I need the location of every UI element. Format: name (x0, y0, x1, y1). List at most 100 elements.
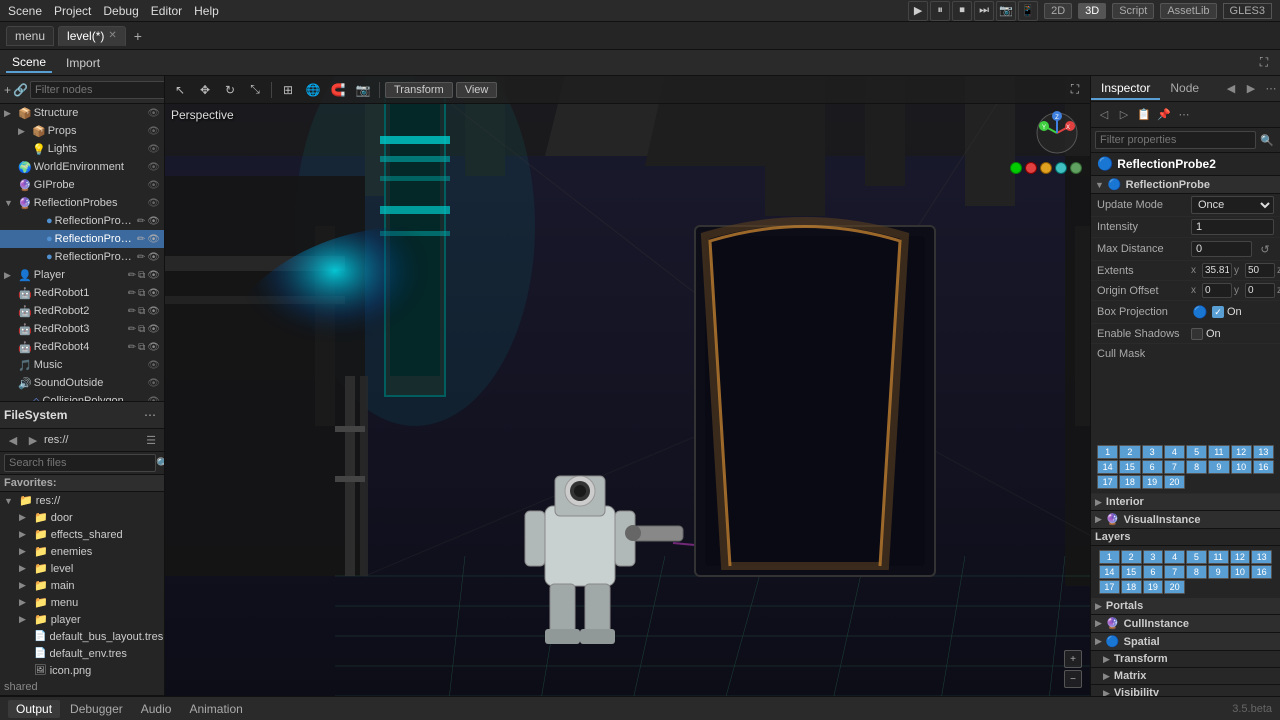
edit-icon-rp1[interactable]: ✏ (137, 216, 145, 227)
vp-expand-btn[interactable]: ⛶ (1064, 79, 1086, 101)
filesystem-header[interactable]: FileSystem ⋯ (0, 402, 164, 429)
tree-item-redrobot1[interactable]: ▶ 🤖 RedRobot1 ✏ ⧉ 👁 (0, 284, 164, 302)
tab-close-icon[interactable]: ✕ (108, 30, 116, 41)
eye-icon-props[interactable]: 👁 (147, 126, 160, 137)
extents-x-input[interactable] (1202, 263, 1232, 278)
deploy-button[interactable]: 📱 (1018, 1, 1038, 21)
layer-10[interactable]: 10 (1230, 565, 1251, 579)
step-button[interactable]: ⏭ (974, 1, 994, 21)
cull-11[interactable]: 11 (1208, 445, 1229, 459)
vis-icon-rr3[interactable]: ⧉ (138, 324, 145, 335)
stop-button[interactable]: ⏹ (952, 1, 972, 21)
layer-20[interactable]: 20 (1164, 580, 1185, 594)
section-visual-instance[interactable]: ▶ 🔮 VisualInstance (1091, 511, 1280, 529)
tab-debugger[interactable]: Debugger (62, 700, 131, 718)
fs-back-btn[interactable]: ◀ (4, 431, 22, 449)
cull-9[interactable]: 9 (1208, 460, 1229, 474)
box-proj-checkbox[interactable]: ✓ (1212, 306, 1224, 318)
eye-icon-giprobe[interactable]: 👁 (147, 180, 160, 191)
insp-expand-all-btn[interactable]: ⋯ (1175, 106, 1193, 124)
vp-view-btn[interactable]: View (456, 82, 498, 98)
tree-item-worldenv[interactable]: ▶ 🌍 WorldEnvironment 👁 (0, 158, 164, 176)
edit-icon-player[interactable]: ✏ (128, 270, 136, 281)
tree-item-soundoutside[interactable]: ▶ 🔊 SoundOutside 👁 (0, 374, 164, 392)
eye-icon-rp2[interactable]: 👁 (147, 234, 160, 245)
tree-item-music[interactable]: ▶ 🎵 Music 👁 (0, 356, 164, 374)
tree-item-props[interactable]: ▶ 📦 Props 👁 (0, 122, 164, 140)
pause-button[interactable]: ⏸ (930, 1, 950, 21)
layer-4[interactable]: 4 (1164, 550, 1185, 564)
vp-rotate-btn[interactable]: ↻ (219, 79, 241, 101)
layer-7[interactable]: 7 (1164, 565, 1185, 579)
tree-item-reflprobe2[interactable]: ▶ ● ReflectionProbe2 ✏ 👁 (0, 230, 164, 248)
eye-icon-rr3[interactable]: 👁 (147, 324, 160, 335)
cull-15[interactable]: 15 (1119, 460, 1140, 474)
cull-13[interactable]: 13 (1253, 445, 1274, 459)
menu-help[interactable]: Help (194, 4, 219, 18)
tree-item-reflprobe3[interactable]: ▶ ● ReflectionProbe3 ✏ 👁 (0, 248, 164, 266)
filter-nodes-input[interactable] (30, 81, 165, 99)
tab-level[interactable]: level(*) ✕ (58, 26, 126, 46)
origin-y-input[interactable] (1245, 283, 1275, 298)
tab-output[interactable]: Output (8, 700, 60, 718)
fs-item-default-env[interactable]: ▶ 📄 default_env.tres (0, 645, 164, 662)
cull-10[interactable]: 10 (1231, 460, 1252, 474)
vp-select-btn[interactable]: ↖ (169, 79, 191, 101)
eye-icon-rr1[interactable]: 👁 (147, 288, 160, 299)
fs-item-door[interactable]: ▶ 📁 door (0, 509, 164, 526)
layer-8[interactable]: 8 (1186, 565, 1207, 579)
mode-2d[interactable]: 2D (1044, 3, 1072, 19)
filesystem-menu-btn[interactable]: ⋯ (140, 405, 160, 425)
fs-item-main[interactable]: ▶ 📁 main (0, 577, 164, 594)
layer-17[interactable]: 17 (1099, 580, 1120, 594)
cull-3[interactable]: 3 (1142, 445, 1163, 459)
expand-panel-btn[interactable]: ⛶ (1254, 53, 1274, 73)
fs-search-input[interactable] (4, 454, 156, 472)
eye-icon-lights[interactable]: 👁 (147, 144, 160, 155)
eye-icon-worldenv[interactable]: 👁 (147, 162, 160, 173)
viewport[interactable]: ↖ ✥ ↻ ⤡ ⊞ 🌐 🧲 📷 Transform View ⛶ Perspec… (165, 76, 1090, 696)
cull-19[interactable]: 19 (1142, 475, 1163, 489)
insp-copy-btn[interactable]: 📋 (1135, 106, 1153, 124)
eye-icon[interactable]: 👁 (147, 108, 160, 119)
prop-filter-icon[interactable]: 🔍 (1258, 131, 1276, 149)
tab-menu[interactable]: menu (6, 26, 54, 46)
fs-item-player[interactable]: ▶ 📁 player (0, 611, 164, 628)
section-spatial[interactable]: ▶ 🔵 Spatial (1091, 633, 1280, 651)
tree-item-collisionpoly[interactable]: ▶ ◇ CollisionPolygon 👁 (0, 392, 164, 401)
fs-item-enemies[interactable]: ▶ 📁 enemies (0, 543, 164, 560)
layer-12[interactable]: 12 (1230, 550, 1251, 564)
fs-forward-btn[interactable]: ▶ (24, 431, 42, 449)
layer-11[interactable]: 11 (1208, 550, 1229, 564)
extents-y-input[interactable] (1245, 263, 1275, 278)
add-node-button[interactable]: + (4, 80, 11, 100)
shadows-checkbox[interactable] (1191, 328, 1203, 340)
insp-expand-btn[interactable]: ◀ (1222, 80, 1240, 98)
layer-13[interactable]: 13 (1251, 550, 1272, 564)
insp-collapse-btn[interactable]: ▶ (1242, 80, 1260, 98)
tree-item-redrobot4[interactable]: ▶ 🤖 RedRobot4 ✏ ⧉ 👁 (0, 338, 164, 356)
cull-6[interactable]: 6 (1142, 460, 1163, 474)
tree-item-reflprobes[interactable]: ▼ 🔮 ReflectionProbes 👁 (0, 194, 164, 212)
vp-transform-btn[interactable]: Transform (385, 82, 453, 98)
intensity-input[interactable] (1191, 219, 1274, 235)
mode-3d[interactable]: 3D (1078, 3, 1106, 19)
vp-move-btn[interactable]: ✥ (194, 79, 216, 101)
section-interior[interactable]: ▶ Interior (1091, 494, 1280, 511)
eye-icon-rr2[interactable]: 👁 (147, 306, 160, 317)
update-mode-select[interactable]: Once Always (1191, 196, 1274, 214)
edit-icon-rr2[interactable]: ✏ (128, 306, 136, 317)
layer-9[interactable]: 9 (1208, 565, 1229, 579)
vp-snap-btn[interactable]: 🧲 (327, 79, 349, 101)
tab-import[interactable]: Import (60, 54, 106, 72)
vp-zoom-plus[interactable]: + (1064, 650, 1082, 668)
fs-item-effects-shared[interactable]: ▶ 📁 effects_shared (0, 526, 164, 543)
tab-add-button[interactable]: + (134, 28, 142, 44)
cull-7[interactable]: 7 (1164, 460, 1185, 474)
menu-scene[interactable]: Scene (8, 4, 42, 18)
tree-item-lights[interactable]: ▶ 💡 Lights 👁 (0, 140, 164, 158)
layer-1[interactable]: 1 (1099, 550, 1120, 564)
fs-search-icon[interactable]: 🔍 (156, 454, 165, 472)
fs-item-default-bus[interactable]: ▶ 📄 default_bus_layout.tres (0, 628, 164, 645)
fs-item-menu[interactable]: ▶ 📁 menu (0, 594, 164, 611)
